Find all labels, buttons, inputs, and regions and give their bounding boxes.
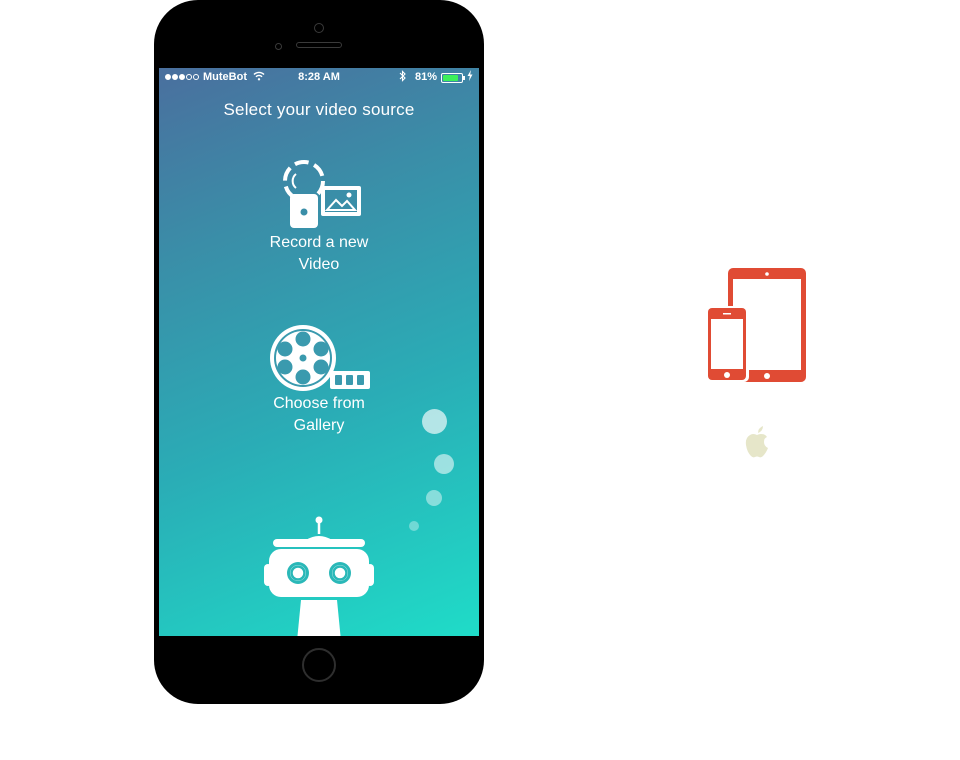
- record-new-video-button[interactable]: Record a new Video: [219, 160, 419, 276]
- front-camera: [314, 23, 324, 33]
- thought-bubble-tiny: [409, 521, 419, 531]
- robot-mascot-icon: [264, 516, 374, 636]
- earpiece-speaker: [296, 42, 342, 48]
- app-screen: MuteBot 8:28 AM 81% Select your video so…: [159, 68, 479, 636]
- choose-from-gallery-button[interactable]: Choose from Gallery: [219, 323, 419, 437]
- thought-bubble-small: [426, 490, 442, 506]
- battery-icon: [441, 73, 463, 83]
- proximity-sensor: [275, 43, 282, 50]
- battery-level-fill: [443, 75, 458, 81]
- record-video-icon: [283, 160, 361, 228]
- thought-bubble-medium: [434, 454, 454, 474]
- battery-nub: [463, 76, 465, 80]
- status-bar: MuteBot 8:28 AM 81%: [159, 68, 479, 88]
- charging-bolt-icon: [467, 70, 473, 84]
- gallery-option-label-line2: Gallery: [293, 417, 345, 434]
- gallery-option-label-line1: Choose from: [273, 395, 365, 412]
- film-reel-icon: [270, 325, 370, 391]
- record-option-label-line2: Video: [298, 256, 340, 273]
- apple-logo-icon: [745, 426, 768, 458]
- home-button[interactable]: [302, 648, 336, 682]
- iphone-ipad-icon: [705, 268, 806, 382]
- battery-percent: 81%: [415, 71, 438, 83]
- record-option-label-line1: Record a new: [269, 234, 369, 251]
- iphone-frame: MuteBot 8:28 AM 81% Select your video so…: [154, 0, 484, 704]
- screen-title: Select your video source: [223, 100, 415, 119]
- bluetooth-icon: [399, 70, 407, 85]
- thought-bubble-large: [422, 409, 447, 434]
